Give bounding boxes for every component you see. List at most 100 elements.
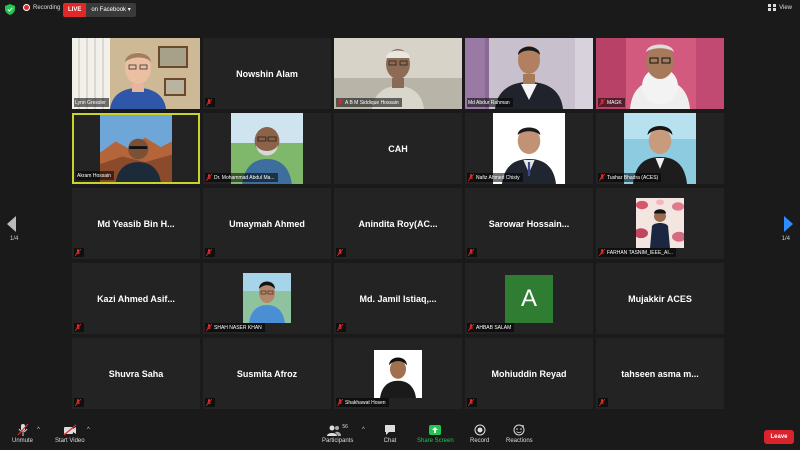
participants-button[interactable]: 56 Participants xyxy=(322,424,353,444)
participant-tile[interactable]: Nowshin Alam xyxy=(203,38,331,109)
participant-name-center: Kazi Ahmed Asif... xyxy=(97,293,175,304)
muted-mic-icon xyxy=(206,399,212,406)
participant-name: Dr. Mohammad Abdul Ma... xyxy=(214,174,275,181)
participants-label: Participants xyxy=(322,438,354,444)
participant-name-label: Nafiz Ahmed Chisty xyxy=(467,173,523,182)
muted-mic-icon xyxy=(599,399,605,406)
record-dot-icon xyxy=(23,4,30,11)
share-screen-icon xyxy=(429,425,442,435)
participant-name-center: Md Yeasib Bin H... xyxy=(97,218,175,229)
participant-tile[interactable]: Md Abdur Rahman xyxy=(465,38,593,109)
participant-name-center: Mohiuddin Reyad xyxy=(491,368,567,379)
page-indicator-right: 1/4 xyxy=(781,236,790,242)
participant-name-center: Nowshin Alam xyxy=(236,68,298,79)
record-icon xyxy=(474,424,486,436)
muted-mic-icon xyxy=(337,324,343,331)
participant-name-center: Md. Jamil Istiaq,... xyxy=(359,293,437,304)
muted-mic-icon xyxy=(599,99,605,106)
participant-tile[interactable]: FARHAN TASNIM_IEEE_AI... xyxy=(596,188,724,259)
participant-tile[interactable]: A AHBAB SALAM xyxy=(465,263,593,334)
participant-name: FARHAN TASNIM_IEEE_AI... xyxy=(607,249,673,256)
participant-tile[interactable]: Md. Jamil Istiaq,... xyxy=(334,263,462,334)
participants-options-caret[interactable]: ^ xyxy=(362,427,365,433)
participant-tile[interactable]: Nafiz Ahmed Chisty xyxy=(465,113,593,184)
participant-name-label: FARHAN TASNIM_IEEE_AI... xyxy=(598,248,676,257)
participant-tile[interactable]: A B M Siddique Hossain xyxy=(334,38,462,109)
view-button[interactable]: View xyxy=(768,4,792,11)
participant-tile[interactable]: Dr. Mohammad Abdul Ma... xyxy=(203,113,331,184)
live-tag: LIVE xyxy=(63,3,87,17)
participant-photo xyxy=(243,273,291,323)
participant-name-label xyxy=(598,398,608,407)
audio-options-caret[interactable]: ^ xyxy=(37,427,40,433)
participant-tile[interactable]: tahseen asma m... xyxy=(596,338,724,409)
participant-name-label: Lynn Gressler xyxy=(74,98,109,107)
video-options-caret[interactable]: ^ xyxy=(87,427,90,433)
live-destination[interactable]: on Facebook ▾ xyxy=(86,3,136,17)
participant-name-label: Tushar Bhadra (ACES) xyxy=(598,173,662,182)
participant-tile[interactable]: Shakhawat Hosen xyxy=(334,338,462,409)
participant-tile[interactable]: Sarowar Hossain... xyxy=(465,188,593,259)
chat-icon xyxy=(385,425,395,435)
record-label: Record xyxy=(470,438,490,444)
chat-button[interactable]: Chat xyxy=(383,424,397,444)
reactions-label: Reactions xyxy=(506,438,533,444)
participant-name: Shakhawat Hosen xyxy=(345,399,386,406)
participant-tile[interactable]: SHAH NASER KHAN xyxy=(203,263,331,334)
reactions-icon xyxy=(513,424,525,436)
muted-mic-icon xyxy=(337,249,343,256)
page-indicator-left: 1/4 xyxy=(10,236,19,242)
start-video-button[interactable]: Start Video xyxy=(55,424,85,444)
participant-tile[interactable]: Susmita Afroz xyxy=(203,338,331,409)
muted-mic-icon xyxy=(468,249,474,256)
meeting-toolbar: Unmute ^ Start Video ^ 56 Participants ^… xyxy=(0,418,800,450)
chevron-left-icon[interactable] xyxy=(7,216,17,232)
participants-count: 56 xyxy=(342,424,348,430)
participant-name: A B M Siddique Hossain xyxy=(345,99,399,106)
participant-name-center: Umaymah Ahmed xyxy=(229,218,305,229)
reactions-button[interactable]: Reactions xyxy=(506,424,533,444)
participant-tile[interactable]: CAH xyxy=(334,113,462,184)
participant-tile[interactable]: Mohiuddin Reyad xyxy=(465,338,593,409)
live-stream-badge[interactable]: LIVE on Facebook ▾ xyxy=(63,3,136,17)
unmute-label: Unmute xyxy=(12,438,34,444)
chevron-right-icon[interactable] xyxy=(783,216,793,232)
leave-button[interactable]: Leave xyxy=(764,430,794,444)
grid-view-icon xyxy=(768,4,777,11)
participant-name: Akram Hossain xyxy=(77,172,111,179)
participant-tile[interactable]: Umaymah Ahmed xyxy=(203,188,331,259)
participant-name-label: Akram Hossain xyxy=(76,171,114,180)
participant-tile-active-speaker[interactable]: Akram Hossain xyxy=(72,113,200,184)
muted-mic-icon xyxy=(75,324,81,331)
shield-icon[interactable] xyxy=(5,4,15,15)
participant-name-label: Shakhawat Hosen xyxy=(336,398,389,407)
recording-indicator[interactable]: Recording xyxy=(23,4,60,11)
participant-name-center: Shuvra Saha xyxy=(108,368,164,379)
participant-name-center: Anindita Roy(AC... xyxy=(358,218,438,229)
gallery-grid: Lynn Gressler Nowshin Alam A B M Siddiqu… xyxy=(72,38,728,409)
participant-name-label xyxy=(336,248,346,257)
participant-tile[interactable]: Mujakkir ACES xyxy=(596,263,724,334)
participant-tile[interactable]: Anindita Roy(AC... xyxy=(334,188,462,259)
participant-tile[interactable]: Md Yeasib Bin H... xyxy=(72,188,200,259)
video-off-icon xyxy=(63,424,77,436)
record-button[interactable]: Record xyxy=(470,424,489,444)
participant-name-label xyxy=(74,323,84,332)
muted-mic-icon xyxy=(599,249,605,256)
participant-name-center: Mujakkir ACES xyxy=(628,293,692,304)
participant-name-label xyxy=(467,398,477,407)
muted-mic-icon xyxy=(75,249,81,256)
participant-name: SHAH NASER KHAN xyxy=(214,324,262,331)
unmute-button[interactable]: Unmute xyxy=(12,424,33,444)
muted-mic-icon xyxy=(468,174,474,181)
muted-mic-icon xyxy=(206,174,212,181)
participant-name-label xyxy=(205,248,215,257)
participant-name-label xyxy=(467,248,477,257)
participant-tile[interactable]: Tushar Bhadra (ACES) xyxy=(596,113,724,184)
participant-tile[interactable]: Shuvra Saha xyxy=(72,338,200,409)
participant-tile[interactable]: Lynn Gressler xyxy=(72,38,200,109)
share-screen-button[interactable]: Share Screen xyxy=(417,424,454,444)
muted-mic-icon xyxy=(206,249,212,256)
participant-tile[interactable]: MAGK xyxy=(596,38,724,109)
participant-tile[interactable]: Kazi Ahmed Asif... xyxy=(72,263,200,334)
